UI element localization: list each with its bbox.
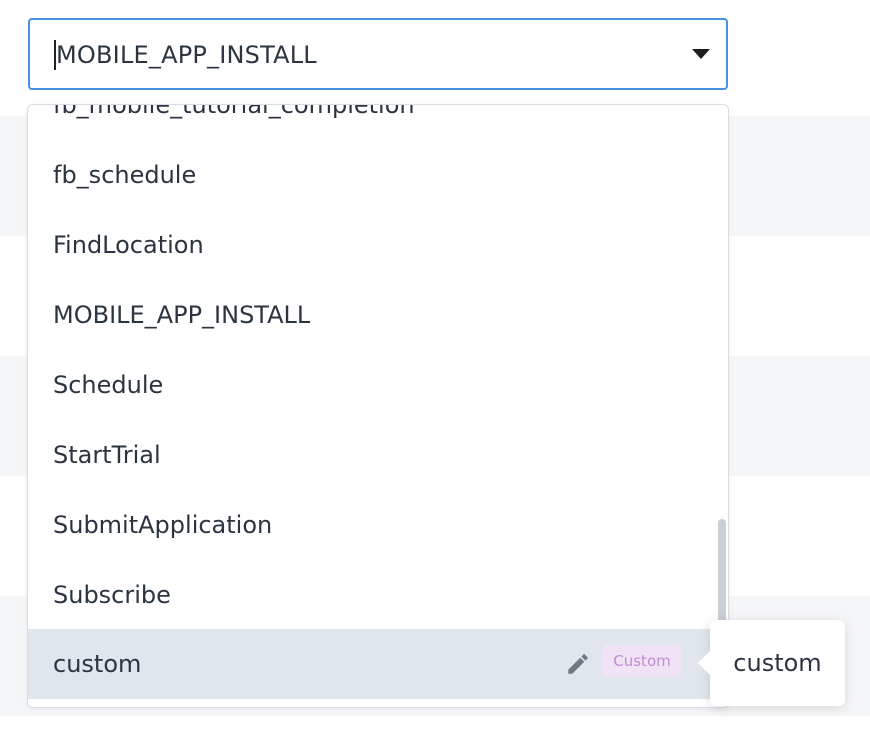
custom-badge: Custom — [602, 645, 682, 677]
menu-item[interactable]: SubmitApplication — [28, 490, 718, 560]
menu-item-label: MOBILE_APP_INSTALL — [53, 301, 311, 329]
tooltip-arrow — [698, 651, 710, 675]
tooltip-text: custom — [733, 649, 822, 677]
tooltip: custom — [698, 620, 845, 706]
menu-item-label: FindLocation — [53, 231, 204, 259]
event-select[interactable]: MOBILE_APP_INSTALL — [28, 18, 728, 90]
menu-item[interactable]: Subscribe — [28, 560, 718, 630]
event-dropdown-menu[interactable]: fb_mobile_tutorial_completion fb_schedul… — [27, 104, 729, 708]
menu-item-label: Schedule — [53, 371, 164, 399]
menu-item[interactable]: FindLocation — [28, 210, 718, 280]
menu-item-label: fb_schedule — [53, 161, 197, 189]
menu-item[interactable]: StartTrial — [28, 420, 718, 490]
menu-item-label: fb_mobile_tutorial_completion — [53, 104, 415, 119]
menu-item[interactable]: MOBILE_APP_INSTALL — [28, 280, 718, 350]
menu-scrollbar[interactable] — [718, 519, 726, 627]
edit-icon[interactable] — [565, 651, 591, 677]
menu-item-label: Subscribe — [53, 581, 171, 609]
menu-item[interactable]: fb_mobile_tutorial_completion — [28, 104, 718, 140]
chevron-down-icon[interactable] — [692, 49, 710, 59]
menu-item-label: StartTrial — [53, 441, 161, 469]
menu-item-label: custom — [53, 650, 142, 678]
menu-item[interactable]: Schedule — [28, 350, 718, 420]
event-select-value[interactable]: MOBILE_APP_INSTALL — [56, 40, 317, 70]
menu-item-custom[interactable]: custom Custom — [28, 629, 718, 699]
menu-item[interactable]: fb_schedule — [28, 140, 718, 210]
menu-item-label: SubmitApplication — [53, 511, 273, 539]
